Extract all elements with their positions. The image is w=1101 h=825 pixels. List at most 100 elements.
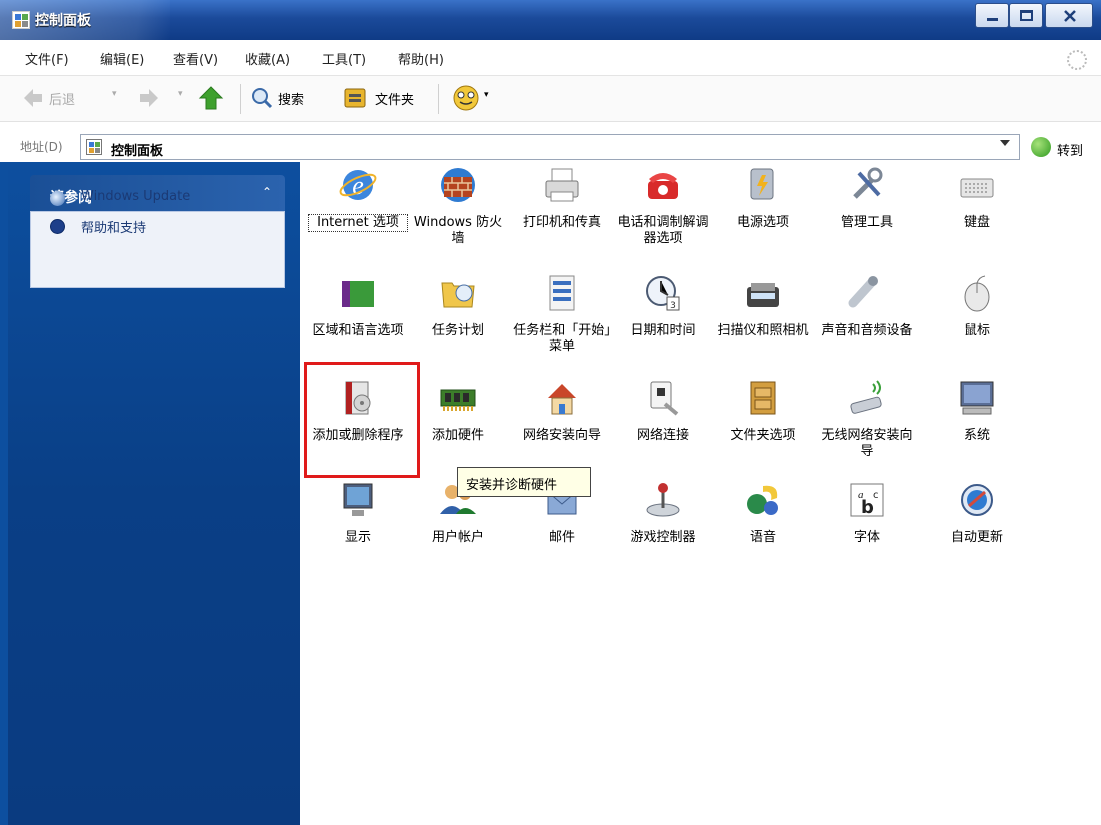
- minimize-button[interactable]: [975, 3, 1009, 28]
- item-label: Windows 防火墙: [413, 215, 503, 246]
- control-panel-item[interactable]: 声音和音频设备: [817, 273, 917, 353]
- item-label: 声音和音频设备: [821, 323, 913, 338]
- close-button[interactable]: [1045, 3, 1093, 28]
- menu-edit[interactable]: 编辑(E): [100, 49, 144, 68]
- control-panel-item[interactable]: 任务栏和「开始」菜单: [512, 273, 612, 354]
- svg-text:3: 3: [670, 301, 676, 311]
- toolbar-separator: [240, 84, 241, 114]
- menu-help[interactable]: 帮助(H): [398, 49, 444, 68]
- keyboard-icon: [960, 178, 994, 198]
- control-panel-item[interactable]: 打印机和传真: [512, 165, 612, 245]
- display-icon: [343, 483, 373, 516]
- back-arrow-icon: [24, 89, 42, 107]
- item-label: 网络连接: [636, 428, 689, 443]
- maximize-button[interactable]: [1009, 3, 1043, 28]
- control-panel-item[interactable]: 显示: [308, 480, 408, 560]
- item-label: 系统: [963, 428, 990, 443]
- see-also-body: Windows Update 帮助和支持: [30, 189, 285, 288]
- views-smiley-icon: [453, 85, 479, 111]
- control-panel-item[interactable]: 语音: [713, 480, 813, 560]
- menu-tools[interactable]: 工具(T): [322, 49, 366, 68]
- menu-bar: 文件(F) 编辑(E) 查看(V) 收藏(A) 工具(T) 帮助(H): [0, 40, 1101, 76]
- folder-options-icon: [750, 381, 776, 415]
- go-button[interactable]: 转到: [1057, 140, 1083, 159]
- item-label: 区域和语言选项: [312, 323, 404, 338]
- control-panel-item[interactable]: 添加硬件: [408, 378, 508, 458]
- toolbar-separator: [438, 84, 439, 114]
- power-options-icon: [750, 168, 774, 200]
- phone-modem-icon: [648, 173, 678, 199]
- back-label: 后退: [49, 93, 76, 108]
- scheduled-tasks-icon: [441, 282, 475, 308]
- control-panel-item[interactable]: 扫描仪和照相机: [713, 273, 813, 353]
- control-panel-item[interactable]: 电话和调制解调器选项: [613, 165, 713, 246]
- control-panel-item[interactable]: 系统: [927, 378, 1027, 458]
- control-panel-item[interactable]: e Internet 选项: [308, 165, 408, 245]
- search-label: 搜索: [278, 93, 305, 108]
- internet-options-icon: e: [339, 170, 377, 200]
- control-panel-item[interactable]: 电源选项: [713, 165, 813, 245]
- control-panel-item[interactable]: 鼠标: [927, 273, 1027, 353]
- folders-label: 文件夹: [375, 93, 415, 108]
- control-panel-item[interactable]: 网络连接: [613, 378, 713, 458]
- search-icon: [252, 88, 273, 109]
- control-panel-item[interactable]: 文件夹选项: [713, 378, 813, 458]
- control-panel-item[interactable]: Windows 防火墙: [408, 165, 508, 246]
- windows-update-icon: [50, 191, 65, 206]
- control-panel-item[interactable]: 网络安装向导: [512, 378, 612, 458]
- item-label: 任务栏和「开始」菜单: [513, 323, 611, 354]
- address-dropdown-icon[interactable]: [1000, 140, 1010, 146]
- item-label: 网络安装向导: [522, 428, 601, 443]
- item-label: 扫描仪和照相机: [717, 323, 809, 338]
- sound-audio-icon: [848, 276, 878, 308]
- item-label: 用户帐户: [431, 530, 484, 545]
- control-panel-small-icon: [86, 139, 102, 155]
- menu-view[interactable]: 查看(V): [173, 49, 218, 68]
- folders-icon: [344, 88, 366, 108]
- control-panel-item[interactable]: 游戏控制器: [613, 480, 713, 560]
- up-button[interactable]: [198, 85, 224, 115]
- speech-icon: [747, 485, 778, 515]
- menu-file[interactable]: 文件(F): [25, 49, 69, 68]
- forward-arrow-icon: [140, 89, 158, 107]
- wireless-setup-icon: [850, 380, 882, 414]
- item-label: 邮件: [548, 530, 575, 545]
- control-panel-item[interactable]: 任务计划: [408, 273, 508, 353]
- item-label: 文件夹选项: [730, 428, 796, 443]
- control-panel-item[interactable]: 无线网络安装向导: [817, 378, 917, 459]
- title-bar: 控制面板: [0, 0, 1101, 40]
- control-panel-item[interactable]: 自动更新: [927, 480, 1027, 560]
- region-language-icon: [342, 281, 374, 307]
- fonts-icon: abc: [850, 483, 884, 518]
- item-label: 无线网络安装向导: [821, 428, 913, 459]
- tooltip: 安装并诊断硬件: [457, 467, 591, 497]
- control-panel-item[interactable]: 3 日期和时间: [613, 273, 713, 353]
- address-input[interactable]: 控制面板: [80, 134, 1020, 160]
- control-panel-item[interactable]: 管理工具: [817, 165, 917, 245]
- svg-text:c: c: [873, 490, 879, 501]
- help-icon: [50, 219, 65, 234]
- go-arrow-icon[interactable]: [1031, 137, 1051, 157]
- network-connections-icon: [650, 381, 679, 416]
- control-panel-item[interactable]: 区域和语言选项: [308, 273, 408, 353]
- item-label: 显示: [344, 530, 371, 545]
- left-edge: [0, 162, 8, 825]
- item-label: Internet 选项: [308, 214, 408, 232]
- printer-icon: [545, 168, 579, 202]
- item-label: 键盘: [963, 215, 990, 230]
- item-label: 游戏控制器: [630, 530, 696, 545]
- item-label: 管理工具: [840, 215, 893, 230]
- date-time-icon: 3: [646, 276, 680, 311]
- control-panel-item[interactable]: a b c 字体: [817, 480, 917, 560]
- control-panel-item[interactable]: 键盘: [927, 165, 1027, 245]
- menu-favorites[interactable]: 收藏(A): [245, 49, 290, 68]
- window-title: 控制面板: [35, 13, 91, 29]
- item-label: 日期和时间: [630, 323, 696, 338]
- collapse-chevron-icon[interactable]: ⌃: [262, 185, 272, 199]
- firewall-icon: [441, 168, 475, 202]
- network-setup-icon: [548, 384, 576, 415]
- address-value: 控制面板: [111, 144, 164, 159]
- item-label: 语音: [749, 530, 776, 545]
- scanner-camera-icon: [747, 283, 779, 307]
- system-icon: [960, 381, 994, 415]
